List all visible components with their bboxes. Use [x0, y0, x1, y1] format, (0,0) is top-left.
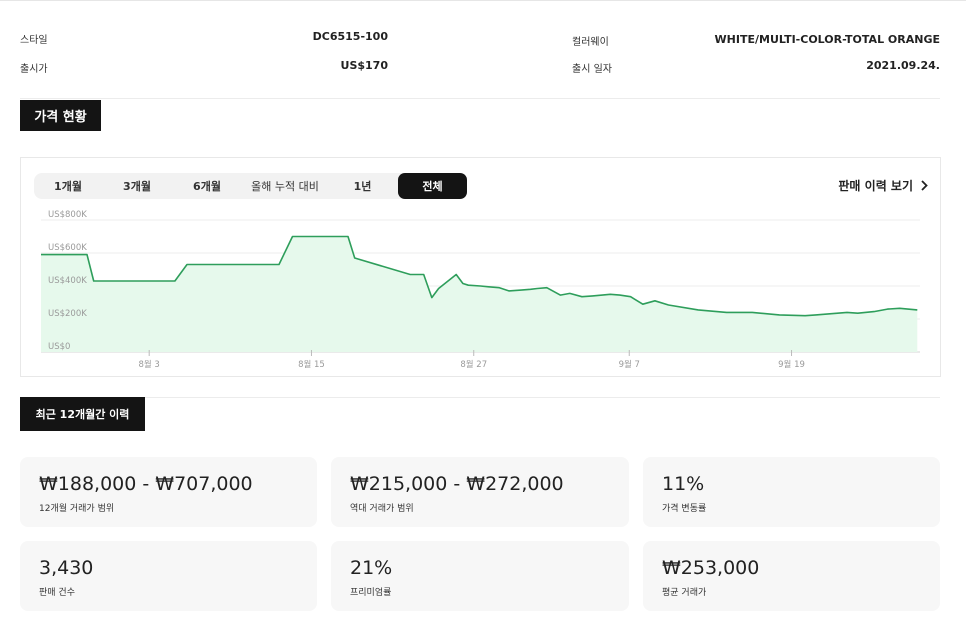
stat-value: 11%: [662, 473, 705, 495]
price-section-title: 가격 현황: [20, 100, 101, 131]
x-tick-label: 9월 19: [778, 359, 805, 370]
stat-label: 평균 거래가: [662, 588, 707, 598]
top-border: [0, 0, 966, 1]
stat-card: ₩253,000 평균 거래가: [643, 541, 940, 611]
release-price-label: 출시가: [20, 64, 48, 75]
x-tick-label: 9월 7: [619, 359, 640, 370]
stat-label: 프리미엄률: [350, 588, 392, 598]
info-divider: [20, 98, 940, 99]
style-value: DC6515-100: [312, 30, 388, 43]
colorway-value: WHITE/MULTI-COLOR-TOTAL ORANGE: [714, 33, 940, 46]
stat-card: 3,430 판매 건수: [20, 541, 317, 611]
y-tick-label: US$600K: [48, 243, 87, 253]
stat-value: ₩188,000 - ₩707,000: [39, 473, 253, 495]
y-tick-label: US$0: [48, 342, 70, 352]
stat-card: ₩215,000 - ₩272,000 역대 거래가 범위: [331, 457, 629, 527]
stat-label: 역대 거래가 범위: [350, 504, 414, 514]
price-chart: US$800K US$600K US$400K US$200K US$0 8월 3 8월 …: [41, 210, 920, 370]
y-tick-label: US$200K: [48, 309, 87, 319]
release-date-label: 출시 일자: [572, 64, 612, 75]
price-chart-panel: 1개월 3개월 6개월 올해 누적 대비 1년 전체 판매 이력 보기 US$8…: [20, 157, 941, 377]
colorway-label: 컬러웨이: [572, 37, 609, 48]
stat-value: 3,430: [39, 557, 94, 579]
stat-label: 가격 변동률: [662, 504, 707, 514]
stat-label: 12개월 거래가 범위: [39, 504, 115, 514]
x-tick-label: 8월 15: [298, 359, 325, 370]
chart-divider: [20, 397, 940, 398]
stat-value: ₩253,000: [662, 557, 760, 579]
y-tick-label: US$800K: [48, 210, 87, 220]
style-label: 스타일: [20, 35, 48, 46]
stat-label: 판매 건수: [39, 588, 75, 598]
price-area-fill: [41, 236, 918, 352]
x-tick-label: 8월 27: [460, 359, 487, 370]
release-price-value: US$170: [340, 59, 388, 72]
history-section-title: 최근 12개월간 이력: [20, 397, 145, 431]
stat-card: 11% 가격 변동률: [643, 457, 940, 527]
y-tick-label: US$400K: [48, 276, 87, 286]
stat-value: 21%: [350, 557, 393, 579]
release-date-value: 2021.09.24.: [866, 59, 940, 72]
stat-value: ₩215,000 - ₩272,000: [350, 473, 564, 495]
stat-card: ₩188,000 - ₩707,000 12개월 거래가 범위: [20, 457, 317, 527]
x-tick-label: 8월 3: [139, 359, 160, 370]
stat-card: 21% 프리미엄률: [331, 541, 629, 611]
